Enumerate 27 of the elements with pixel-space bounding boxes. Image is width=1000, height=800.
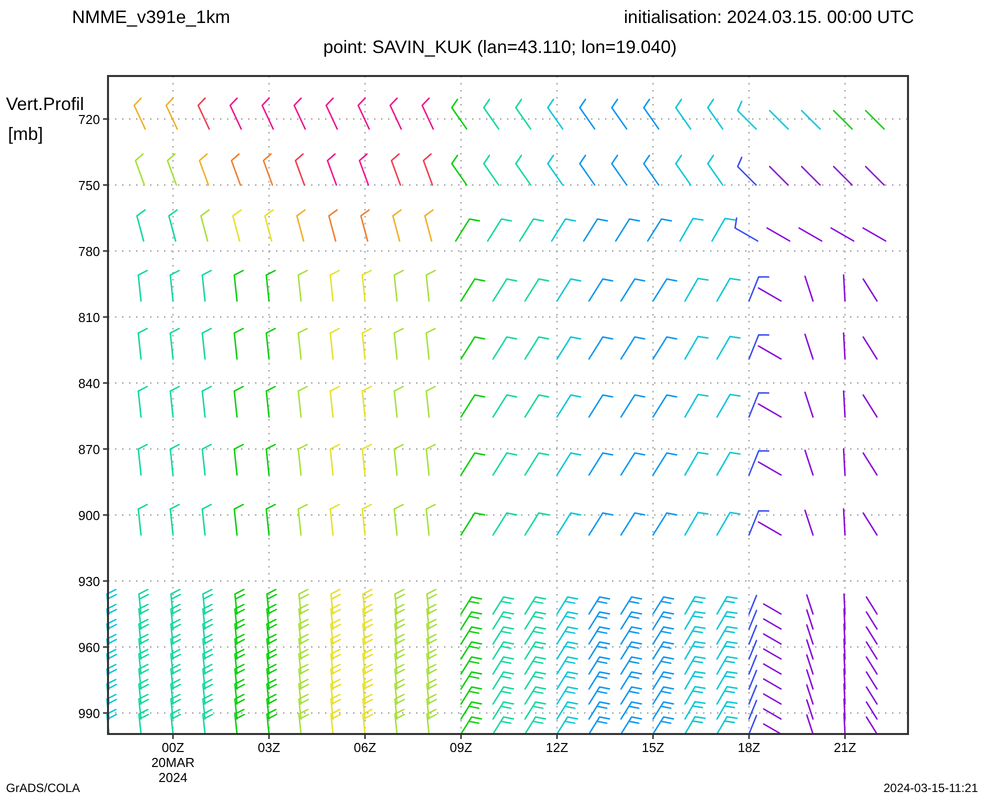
time-tick-label: 12Z xyxy=(546,740,568,755)
point-subtitle: point: SAVIN_KUK (lan=43.110; lon=19.040) xyxy=(323,37,677,57)
time-tick-label: 00Z xyxy=(162,740,184,755)
pressure-tick-label: 840 xyxy=(78,376,100,391)
year-label: 2024 xyxy=(158,770,188,785)
software-credit: GrADS/COLA xyxy=(6,781,80,795)
pressure-tick-label: 780 xyxy=(78,244,100,259)
time-tick-label: 06Z xyxy=(354,740,376,755)
date-label: 20MAR xyxy=(151,755,195,770)
pressure-tick-label: 720 xyxy=(78,112,100,127)
pressure-tick-label: 960 xyxy=(78,640,100,655)
pressure-tick-label: 930 xyxy=(78,574,100,589)
model-title: NMME_v391e_1km xyxy=(72,7,230,29)
time-tick-label: 18Z xyxy=(738,740,760,755)
time-tick-label: 21Z xyxy=(834,740,856,755)
time-tick-label: 03Z xyxy=(258,740,280,755)
pressure-tick-label: 750 xyxy=(78,178,100,193)
initialisation-time: initialisation: 2024.03.15. 00:00 UTC xyxy=(624,7,914,29)
pressure-tick-label: 900 xyxy=(78,508,100,523)
y-axis-unit: [mb] xyxy=(8,124,44,144)
time-tick-label: 15Z xyxy=(642,740,664,755)
y-axis-title: Vert.Profil xyxy=(6,94,84,114)
time-tick-label: 09Z xyxy=(450,740,472,755)
pressure-tick-label: 870 xyxy=(78,442,100,457)
pressure-tick-label: 990 xyxy=(78,706,100,721)
timestamp: 2024-03-15-11:21 xyxy=(883,781,978,795)
pressure-tick-label: 810 xyxy=(78,310,100,325)
